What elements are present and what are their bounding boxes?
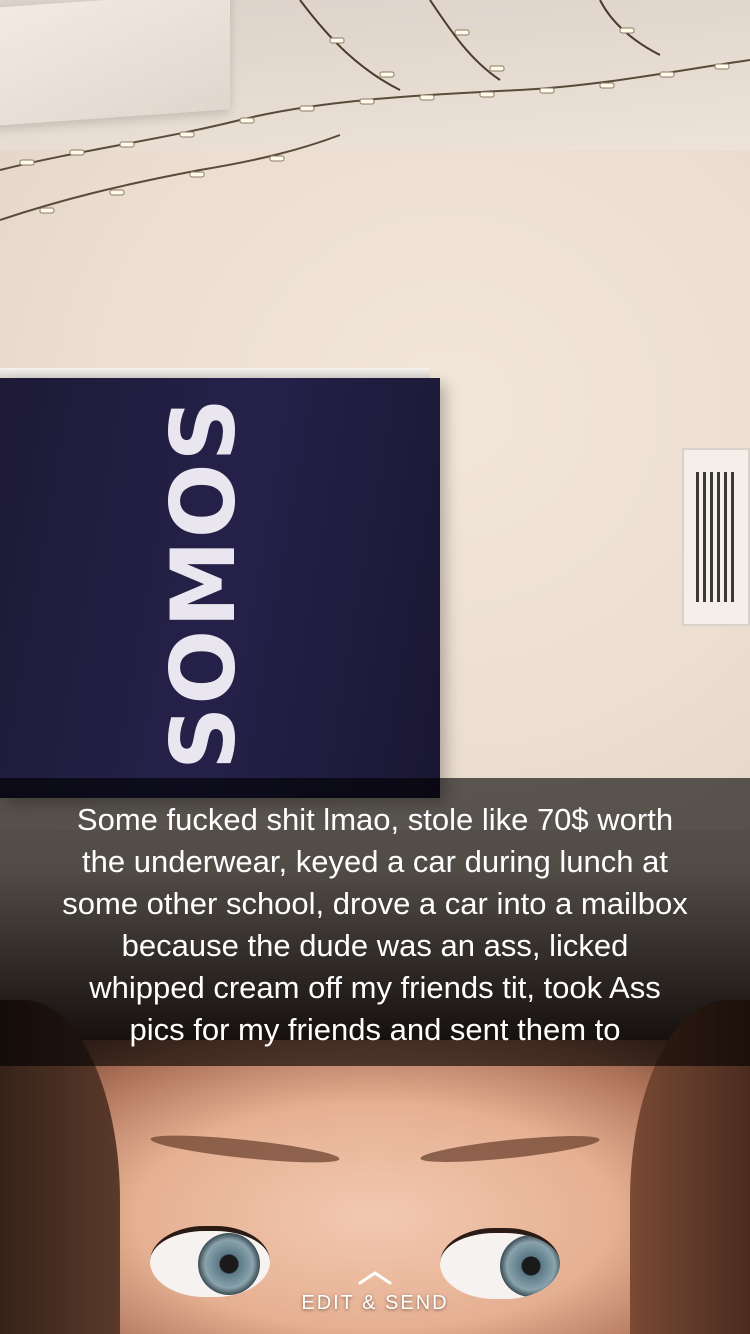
edit-send-label: EDIT & SEND bbox=[301, 1292, 449, 1314]
right-iris bbox=[500, 1235, 560, 1297]
snap-photo: SOMOS bbox=[0, 0, 750, 1334]
snap-preview-screen: SOMOS Some fucked shit lmao, stole like … bbox=[0, 0, 750, 1334]
left-iris bbox=[198, 1233, 260, 1295]
vent-slats bbox=[696, 472, 736, 602]
edit-send-button[interactable]: EDIT & SEND bbox=[265, 1270, 485, 1328]
wall-vent bbox=[682, 448, 750, 626]
left-eye bbox=[150, 1226, 270, 1297]
string-lights bbox=[0, 0, 750, 221]
chevron-up-icon bbox=[358, 1271, 392, 1285]
caption-text[interactable]: Some fucked shit lmao, stole like 70$ wo… bbox=[0, 799, 750, 1051]
flag-lettering: SOMOS bbox=[152, 396, 255, 770]
